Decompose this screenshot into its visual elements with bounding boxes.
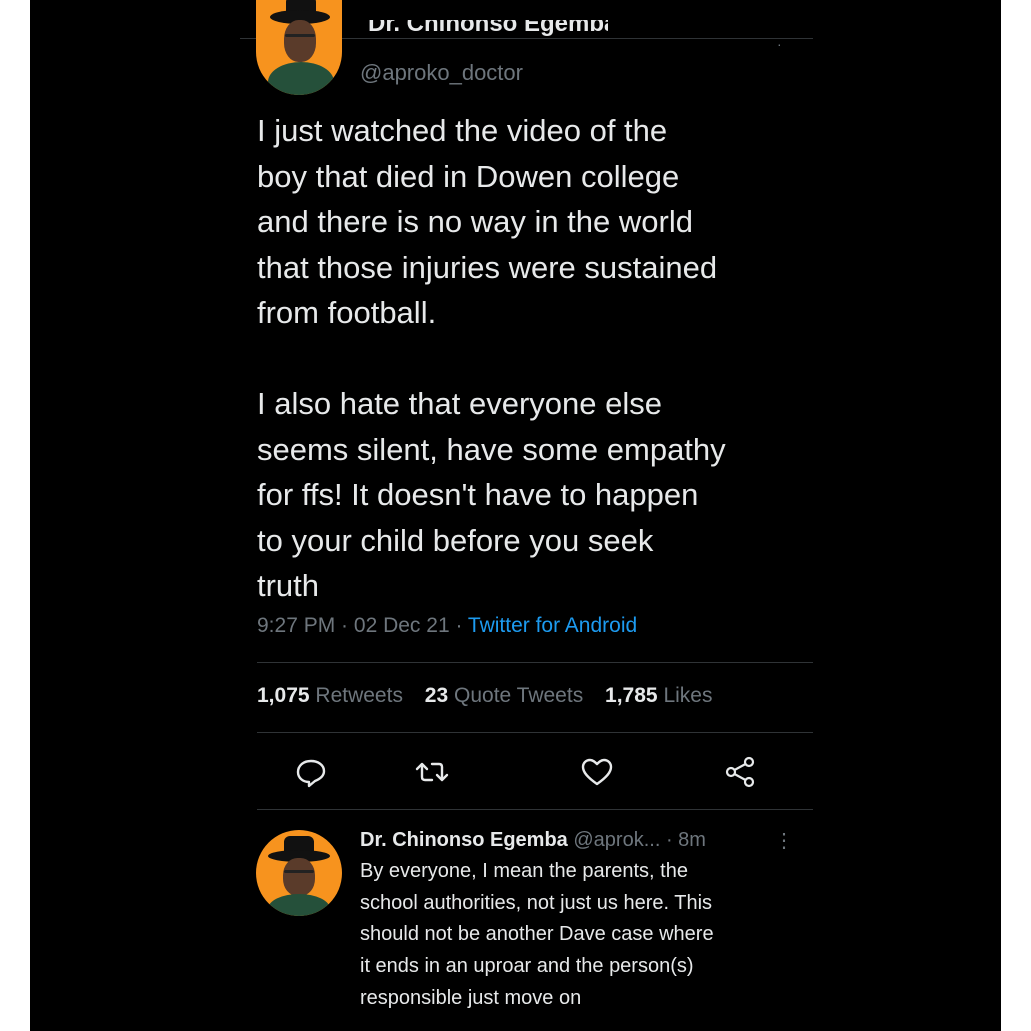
reply-handle[interactable]: @aprok... (573, 829, 660, 851)
retweets-stat[interactable]: 1,075 Retweets (257, 684, 403, 707)
more-icon[interactable]: · (777, 36, 782, 52)
reply-header: Dr. Chinonso Egemba @aprok... · 8m (360, 826, 800, 854)
tweet-date[interactable]: 02 Dec 21 (354, 614, 450, 637)
tweet-meta: 9:27 PM · 02 Dec 21 · Twitter for Androi… (257, 614, 638, 637)
tweet-stats: 1,075 Retweets 23 Quote Tweets 1,785 Lik… (257, 684, 728, 708)
divider (257, 732, 813, 733)
tweet-text: I just watched the video of the boy that… (257, 113, 726, 603)
divider (257, 809, 813, 810)
avatar[interactable] (256, 0, 342, 95)
reply-text: By everyone, I mean the parents, the sch… (360, 860, 714, 1009)
reply-avatar[interactable] (256, 830, 342, 916)
action-bar (257, 752, 813, 792)
share-icon[interactable] (721, 752, 761, 792)
quotes-stat[interactable]: 23 Quote Tweets (425, 684, 583, 707)
tweet-source[interactable]: Twitter for Android (468, 614, 637, 637)
tweet-handle[interactable]: @aproko_doctor (360, 60, 523, 86)
reply-tweet[interactable]: Dr. Chinonso Egemba @aprok... · 8m By ev… (360, 826, 800, 1015)
display-name[interactable]: Dr. Chinonso Egemba (368, 20, 608, 46)
reply-display-name[interactable]: Dr. Chinonso Egemba (360, 829, 568, 851)
likes-stat[interactable]: 1,785 Likes (605, 684, 712, 707)
retweet-icon[interactable] (412, 752, 452, 792)
reply-time[interactable]: · 8m (666, 829, 706, 851)
more-icon[interactable]: ⋮ (774, 828, 794, 853)
divider (257, 662, 813, 663)
reply-icon[interactable] (291, 752, 331, 792)
like-icon[interactable] (577, 752, 617, 792)
tweet-time[interactable]: 9:27 PM (257, 614, 335, 637)
